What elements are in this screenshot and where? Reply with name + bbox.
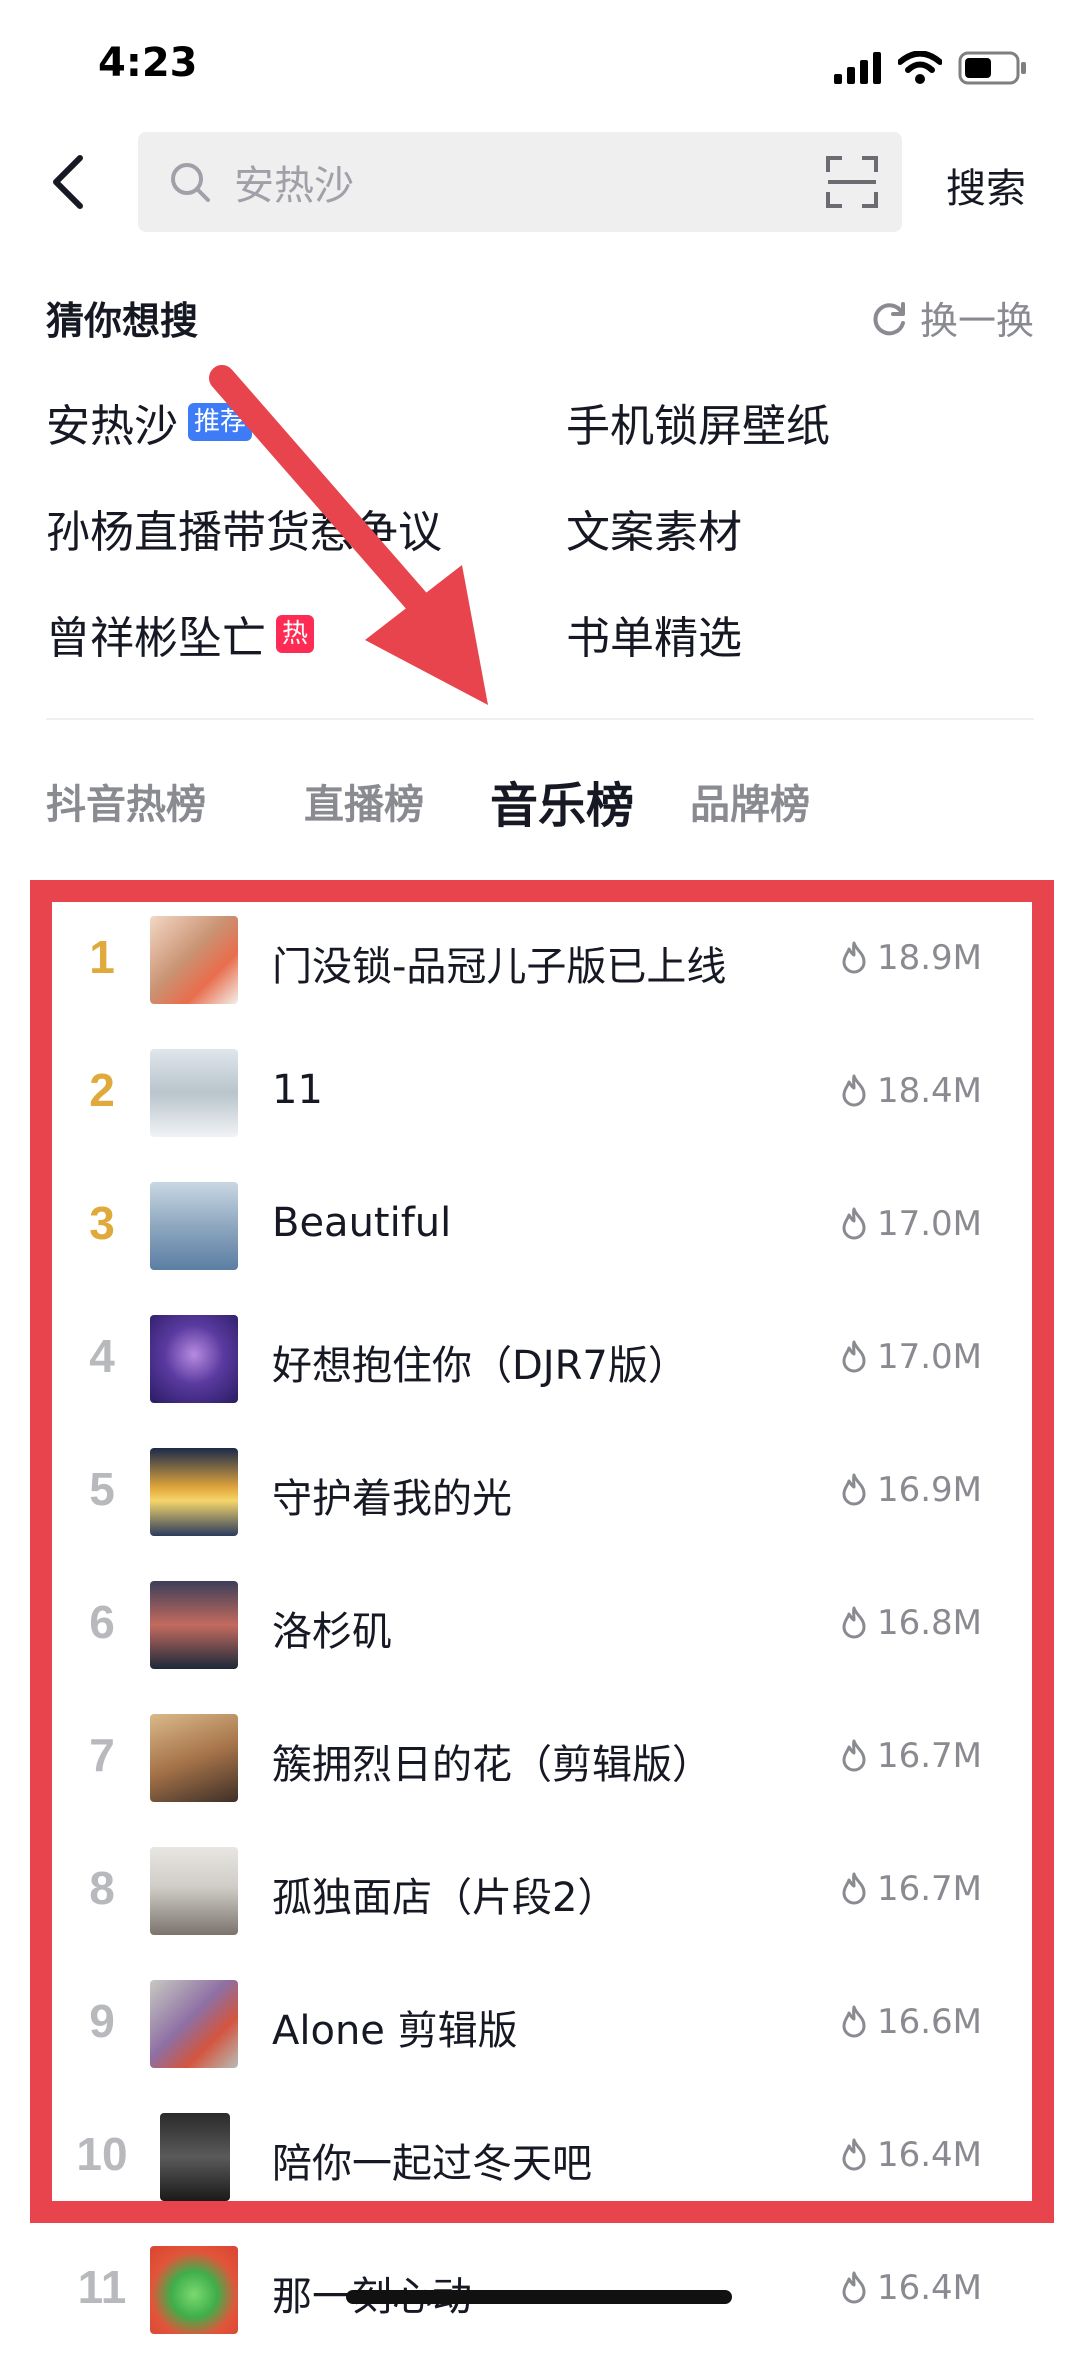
album-cover: [150, 2246, 238, 2334]
tab-douyin-hot[interactable]: 抖音热榜: [46, 772, 206, 830]
flame-icon: [842, 2271, 866, 2304]
red-arrow-icon: [209, 365, 488, 705]
home-indicator: [346, 2290, 732, 2304]
tab-brand[interactable]: 品牌榜: [690, 772, 810, 830]
heat-value: 16.4M: [839, 2268, 982, 2308]
heat-label: 16.4M: [876, 2268, 982, 2308]
highlight-box: [30, 880, 1054, 2223]
rank-number: 11: [77, 2261, 127, 2313]
tab-music[interactable]: 音乐榜: [490, 766, 634, 836]
tab-live[interactable]: 直播榜: [304, 772, 424, 830]
